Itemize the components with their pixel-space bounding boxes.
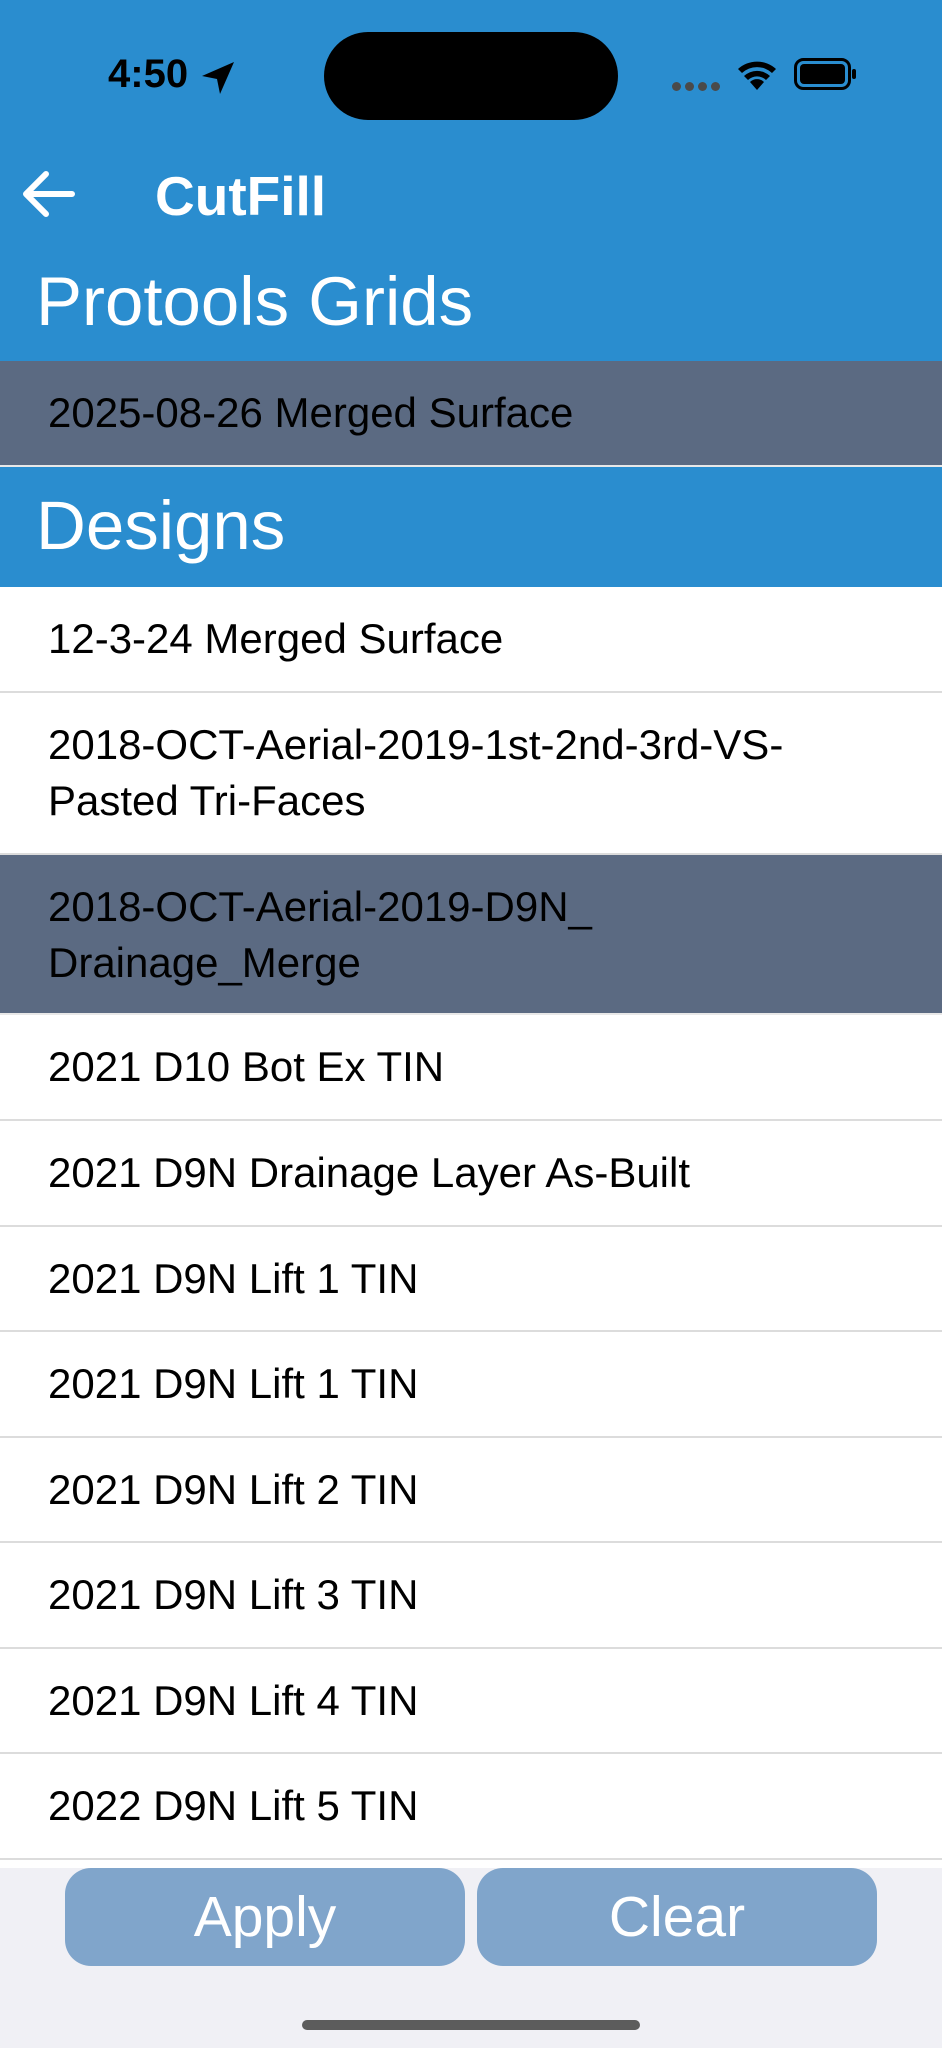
design-row-label: 2021 D9N Lift 4 TIN (48, 1677, 419, 1724)
design-row-label: 2021 D10 Bot Ex TIN (48, 1043, 445, 1090)
dynamic-island (324, 32, 618, 120)
grid-row[interactable]: 2025-08-26 Merged Surface (0, 361, 942, 467)
apply-button[interactable]: Apply (65, 1868, 465, 1966)
design-row-label: 2021 D9N Drainage Layer As-Built (48, 1149, 691, 1196)
design-row-label: 2018-OCT-Aerial-2019-D9N_Drainage_Merge (48, 883, 592, 986)
design-row[interactable]: 2018-OCT-Aerial-2019-1st-2nd-3rd-VS-Past… (0, 693, 942, 855)
design-row-label: 2021 D9N Lift 3 TIN (48, 1571, 419, 1618)
design-row[interactable]: 2021 D9N Drainage Layer As-Built (0, 1121, 942, 1227)
location-arrow-icon (202, 62, 234, 94)
section-title-designs: Designs (36, 487, 286, 564)
cellular-signal-icon (672, 82, 722, 92)
design-row[interactable]: 2021 D9N Lift 1 TIN (0, 1227, 942, 1332)
design-row-label: 2021 D9N Lift 2 TIN (48, 1466, 419, 1513)
design-row[interactable]: 12-3-24 Merged Surface (0, 587, 942, 693)
battery-icon (794, 58, 856, 90)
design-row[interactable]: 2018-OCT-Aerial-2019-D9N_Drainage_Merge (0, 855, 942, 1015)
design-row[interactable]: 2022 D9N Lift 5 TIN (0, 1754, 942, 1860)
design-row-label: 2021 D9N Lift 1 TIN (48, 1255, 419, 1302)
wifi-icon (738, 61, 776, 90)
design-row[interactable]: 2021 D9N Lift 3 TIN (0, 1543, 942, 1649)
design-row[interactable]: 2021 D10 Bot Ex TIN (0, 1015, 942, 1121)
design-row-label: 2022 D9N Lift 5 TIN (48, 1782, 419, 1829)
back-arrow-icon[interactable] (18, 166, 78, 222)
status-time: 4:50 (108, 52, 189, 96)
design-row-label: 12-3-24 Merged Surface (48, 615, 504, 662)
design-row[interactable]: 2021 D9N Lift 2 TIN (0, 1438, 942, 1543)
section-title-grids: Protools Grids (36, 263, 474, 340)
grid-row-label: 2025-08-26 Merged Surface (48, 389, 574, 436)
nav-title: CutFill (155, 165, 327, 227)
design-row[interactable]: 2021 D9N Lift 1 TIN (0, 1332, 942, 1438)
clear-button[interactable]: Clear (477, 1868, 877, 1966)
design-row[interactable]: 2021 D9N Lift 4 TIN (0, 1649, 942, 1754)
design-row-label: 2021 D9N Lift 1 TIN (48, 1360, 419, 1407)
home-indicator (302, 2020, 640, 2030)
design-row-label: 2018-OCT-Aerial-2019-1st-2nd-3rd-VS-Past… (48, 721, 784, 824)
